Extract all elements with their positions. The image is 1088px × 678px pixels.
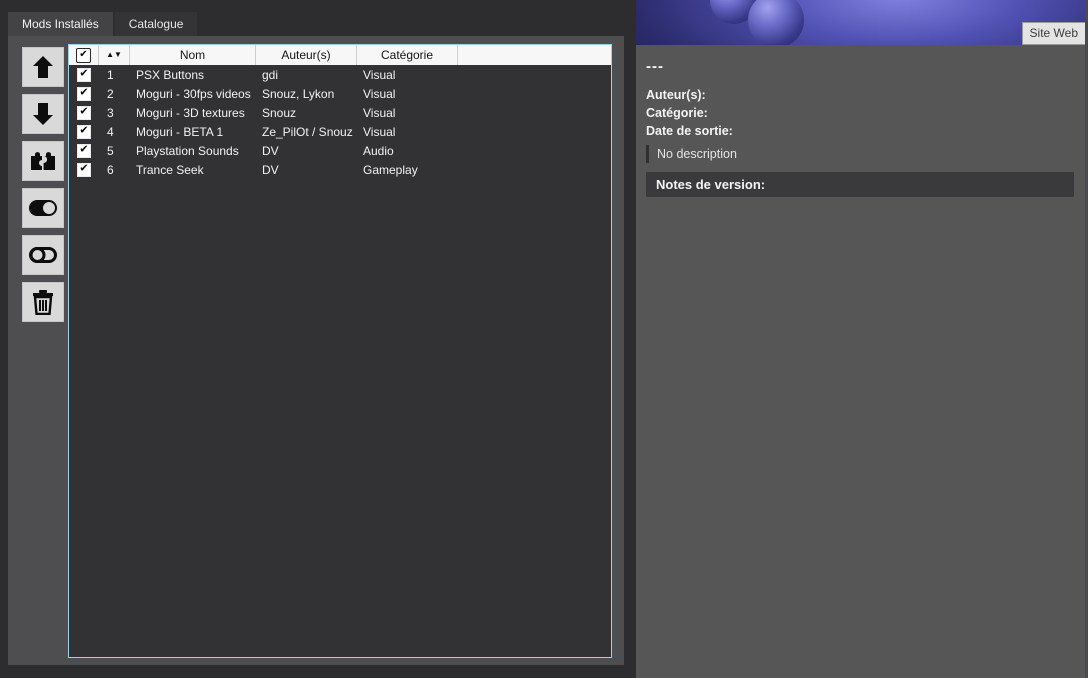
table-header: ✔ ▲ ▼ Nom Auteur(s) Catégorie	[69, 45, 611, 65]
row-checkbox[interactable]: ✔	[77, 143, 91, 158]
mod-title: ---	[646, 58, 664, 75]
table-row[interactable]: ✔ 4 Moguri - BETA 1 Ze_PilOt / Snouz Vis…	[69, 122, 611, 141]
mod-name: Moguri - BETA 1	[136, 124, 224, 139]
preview-sphere	[748, 0, 804, 45]
mod-category: Visual	[363, 67, 396, 82]
mod-category: Visual	[363, 124, 396, 139]
select-all-checkbox[interactable]: ✔	[76, 47, 91, 63]
move-up-button[interactable]	[22, 47, 64, 87]
header-nom[interactable]: Nom	[130, 45, 256, 65]
row-number: 1	[107, 67, 114, 82]
mod-name: PSX Buttons	[136, 67, 205, 82]
category-label: Catégorie:	[646, 106, 708, 120]
delete-mod-button[interactable]	[22, 282, 64, 322]
checkmark-icon: ✔	[79, 67, 89, 80]
installed-mods-table: ✔ ▲ ▼ Nom Auteur(s) Catégorie ✔ 1 PSX Bu…	[68, 44, 612, 658]
row-number: 3	[107, 105, 114, 120]
authors-label: Auteur(s):	[646, 88, 706, 102]
mod-details-panel: Site Web --- Auteur(s): Catégorie: Date …	[636, 0, 1088, 678]
mod-category: Audio	[363, 143, 394, 158]
release-date-label: Date de sortie:	[646, 124, 733, 138]
sort-down-icon: ▼	[114, 50, 122, 59]
mod-name: Trance Seek	[136, 162, 204, 177]
mod-name: Moguri - 3D textures	[136, 105, 245, 120]
release-notes-header: Notes de version:	[646, 172, 1074, 197]
tab-catalogue[interactable]: Catalogue	[114, 12, 198, 36]
header-categorie[interactable]: Catégorie	[357, 45, 458, 65]
row-number: 6	[107, 162, 114, 177]
mod-name: Playstation Sounds	[136, 143, 239, 158]
checkmark-icon: ✔	[79, 86, 89, 99]
mod-toolbar	[22, 47, 64, 329]
header-select-all[interactable]: ✔	[69, 45, 99, 65]
table-row[interactable]: ✔ 5 Playstation Sounds DV Audio	[69, 141, 611, 160]
installed-mods-page: ✔ ▲ ▼ Nom Auteur(s) Catégorie ✔ 1 PSX Bu…	[8, 36, 624, 665]
row-number: 4	[107, 124, 114, 139]
table-row[interactable]: ✔ 6 Trance Seek DV Gameplay	[69, 160, 611, 179]
mod-category: Gameplay	[363, 162, 418, 177]
row-checkbox[interactable]: ✔	[77, 105, 91, 120]
table-row[interactable]: ✔ 1 PSX Buttons gdi Visual	[69, 65, 611, 84]
checkmark-icon: ✔	[79, 49, 88, 60]
trash-icon	[31, 289, 55, 315]
row-checkbox[interactable]: ✔	[77, 86, 91, 101]
row-number: 2	[107, 86, 114, 101]
arrow-up-icon	[30, 54, 56, 80]
toggle-off-icon	[28, 246, 58, 264]
row-number: 5	[107, 143, 114, 158]
mod-authors: Snouz, Lykon	[262, 86, 335, 101]
table-row[interactable]: ✔ 3 Moguri - 3D textures Snouz Visual	[69, 103, 611, 122]
enable-all-button[interactable]	[22, 188, 64, 228]
mod-authors: gdi	[262, 67, 279, 82]
header-empty	[458, 45, 611, 65]
header-sort[interactable]: ▲ ▼	[99, 45, 130, 65]
mod-category: Visual	[363, 105, 396, 120]
sort-up-icon: ▲	[106, 50, 114, 59]
arrow-down-icon	[30, 101, 56, 127]
checkmark-icon: ✔	[79, 124, 89, 137]
table-row[interactable]: ✔ 2 Moguri - 30fps videos Snouz, Lykon V…	[69, 84, 611, 103]
checkmark-icon: ✔	[79, 162, 89, 175]
tab-bar: Mods Installés Catalogue	[8, 12, 624, 36]
move-down-button[interactable]	[22, 94, 64, 134]
website-button[interactable]: Site Web	[1021, 22, 1086, 45]
mod-preview-image	[636, 0, 1088, 45]
checkmark-icon: ✔	[79, 143, 89, 156]
mod-name: Moguri - 30fps videos	[136, 86, 251, 101]
header-auteurs[interactable]: Auteur(s)	[256, 45, 357, 65]
puzzle-pieces-icon	[29, 150, 57, 172]
mod-authors: DV	[262, 162, 279, 177]
mod-category: Visual	[363, 86, 396, 101]
conflicts-button[interactable]	[22, 141, 64, 181]
mod-authors: DV	[262, 143, 279, 158]
mod-details-body: --- Auteur(s): Catégorie: Date de sortie…	[636, 45, 1088, 197]
disable-all-button[interactable]	[22, 235, 64, 275]
mod-authors: Ze_PilOt / Snouz	[262, 124, 353, 139]
row-checkbox[interactable]: ✔	[77, 124, 91, 139]
mods-panel: Mods Installés Catalogue ✔ ▲ ▼ Nom Auteu…	[8, 12, 624, 665]
tab-mods-installes[interactable]: Mods Installés	[8, 12, 113, 36]
row-checkbox[interactable]: ✔	[77, 162, 91, 177]
description-text: No description	[657, 147, 737, 161]
checkmark-icon: ✔	[79, 105, 89, 118]
mod-authors: Snouz	[262, 105, 297, 120]
description-row: No description	[646, 145, 1088, 163]
row-checkbox[interactable]: ✔	[77, 67, 91, 82]
toggle-on-icon	[28, 199, 58, 217]
